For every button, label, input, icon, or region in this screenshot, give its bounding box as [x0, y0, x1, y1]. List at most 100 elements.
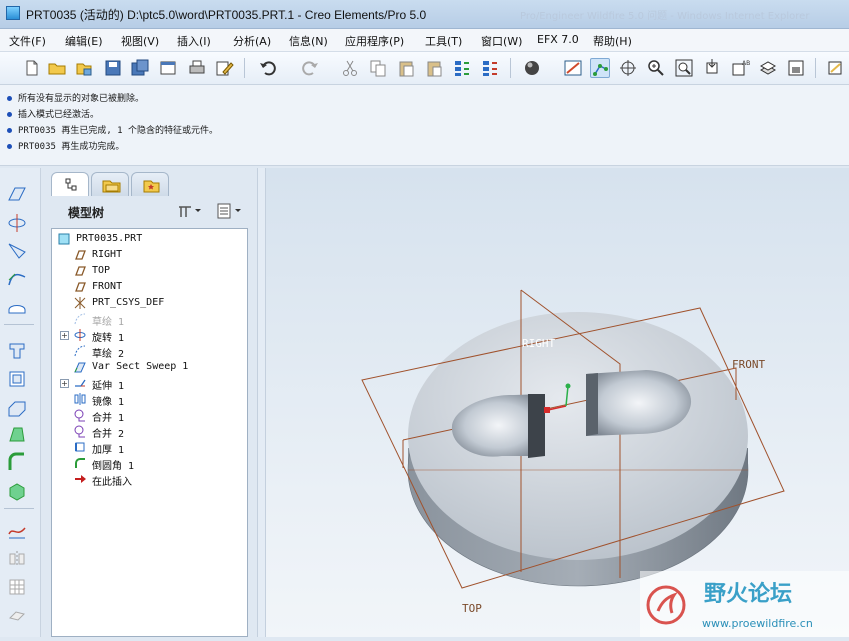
- right-plane-label: RIGHT: [522, 337, 555, 350]
- watermark-url: www.proewildfire.cn: [702, 617, 813, 630]
- mirror-icon: [73, 392, 87, 406]
- axis-display-button[interactable]: [590, 58, 610, 78]
- regenerate-button[interactable]: [452, 58, 472, 78]
- panel-splitter[interactable]: [257, 168, 266, 637]
- datum-axis-tool-icon[interactable]: [6, 212, 28, 234]
- datum-plane-icon: [73, 280, 87, 294]
- open-folder-button[interactable]: [47, 58, 67, 78]
- reorient-button[interactable]: [702, 58, 722, 78]
- paste-button[interactable]: [396, 58, 416, 78]
- app-icon: [6, 6, 20, 20]
- sweep-tool-icon[interactable]: [6, 396, 28, 418]
- spin-center-button[interactable]: [618, 58, 638, 78]
- model-tree-tab[interactable]: [51, 172, 89, 196]
- feature-toolbar: [0, 168, 41, 637]
- zoom-fit-button[interactable]: [674, 58, 694, 78]
- print-button[interactable]: [187, 58, 207, 78]
- paste-special-button[interactable]: [424, 58, 444, 78]
- background-window-title: Pro/Engineer Wildfire 5.0 问题 - Windows I…: [520, 11, 810, 22]
- tree-expand-toggle[interactable]: +: [60, 379, 69, 388]
- merge-icon: [73, 424, 87, 438]
- sketch-curve-tool-icon[interactable]: [6, 268, 28, 290]
- layers-button[interactable]: [758, 58, 778, 78]
- revolve-tool-icon[interactable]: [6, 368, 28, 390]
- menu-bar: 文件(F) 编辑(E) 视图(V) 插入(I) 分析(A) 信息(N) 应用程序…: [0, 29, 849, 52]
- datum-curve-tool-icon[interactable]: [6, 240, 28, 262]
- open-recent-button[interactable]: [74, 58, 94, 78]
- copy-button[interactable]: [368, 58, 388, 78]
- menu-insert[interactable]: 插入(I): [177, 33, 211, 49]
- merge-tool-icon[interactable]: [6, 604, 28, 626]
- datum-plane-tool-icon[interactable]: [6, 184, 28, 206]
- part-icon: [57, 232, 71, 246]
- datum-plane-icon: [73, 248, 87, 262]
- datum-plane-icon: [73, 264, 87, 278]
- menu-efx[interactable]: EFX 7.0: [537, 33, 579, 46]
- forum-logo: 野火论坛 www.proewildfire.cn: [646, 581, 813, 630]
- save-copy-button[interactable]: [130, 58, 150, 78]
- menu-view[interactable]: 视图(V): [121, 33, 159, 49]
- title-bar: PRT0035 (活动的) D:\ptc5.0\word\PRT0035.PRT…: [0, 0, 849, 29]
- menu-analysis[interactable]: 分析(A): [233, 33, 271, 49]
- menu-file[interactable]: 文件(F): [9, 33, 46, 49]
- mirror-tool-icon[interactable]: [6, 548, 28, 570]
- menu-info[interactable]: 信息(N): [289, 33, 328, 49]
- menu-window[interactable]: 窗口(W): [481, 33, 522, 49]
- curve-analysis-tool-icon[interactable]: [6, 520, 28, 542]
- view-manager-button[interactable]: [786, 58, 806, 78]
- new-file-button[interactable]: [22, 58, 42, 78]
- undo-button[interactable]: [258, 58, 278, 78]
- tree-item-label: 倒圆角 1: [92, 461, 135, 472]
- sketch-tool-button[interactable]: [826, 58, 846, 78]
- window-button[interactable]: [158, 58, 178, 78]
- menu-tools[interactable]: 工具(T): [425, 33, 462, 49]
- extrude-tool-icon[interactable]: [6, 340, 28, 362]
- sketch-icon: [73, 312, 87, 326]
- main-toolbar: AB: [0, 52, 849, 85]
- tree-item-label: 合并 2: [92, 429, 125, 440]
- round-tool-icon[interactable]: [6, 452, 28, 474]
- model-tree-icon: [65, 178, 77, 191]
- insert-here-icon: [73, 472, 87, 486]
- tree-item-label: 镜像 1: [92, 397, 125, 408]
- menu-help[interactable]: 帮助(H): [593, 33, 632, 49]
- model-tree: PRT0035.PRT RIGHT TOP FRONT PRT_CSYS_DEF 草绘 …: [51, 228, 248, 637]
- tree-expand-toggle[interactable]: +: [60, 331, 69, 340]
- navigator-panel: 模型树 PRT0035.PRT RIGHT TOP FRONT PRT_CSYS_DE…: [42, 168, 257, 637]
- sketch-tool-icon[interactable]: [6, 296, 28, 318]
- tree-item-label: PRT_CSYS_DEF: [92, 297, 165, 308]
- message-area: 所有没有显示的对象已被删除。 插入模式已经激活。 PRT0035 再生已完成, …: [0, 85, 849, 166]
- menu-applications[interactable]: 应用程序(P): [345, 33, 404, 49]
- tree-item-label: 草绘 1: [92, 317, 125, 328]
- shell-tool-icon[interactable]: [6, 480, 28, 502]
- csys-icon: [73, 296, 87, 310]
- blend-tool-icon[interactable]: [6, 424, 28, 446]
- layer-tree-tab[interactable]: [91, 172, 129, 196]
- datum-display-button[interactable]: [563, 58, 583, 78]
- message-line: PRT0035 再生已完成, 1 个隐含的特征或元件。: [7, 123, 218, 136]
- front-plane-label: FRONT: [732, 358, 765, 371]
- favorites-tab[interactable]: [131, 172, 169, 196]
- svg-text:AB: AB: [742, 60, 750, 67]
- graphics-viewport[interactable]: RIGHT FRONT TOP: [266, 168, 849, 637]
- cut-button[interactable]: [340, 58, 360, 78]
- model-view: RIGHT FRONT TOP: [361, 289, 785, 615]
- saved-views-button[interactable]: AB: [730, 58, 750, 78]
- message-line: 插入模式已经激活。: [7, 107, 99, 120]
- display-style-button[interactable]: [522, 58, 542, 78]
- tree-item-label: 旋转 1: [92, 333, 125, 344]
- message-line: 所有没有显示的对象已被删除。: [7, 91, 144, 104]
- sweep-icon: [73, 360, 87, 374]
- zoom-in-button[interactable]: [646, 58, 666, 78]
- regen-manager-button[interactable]: [480, 58, 500, 78]
- tree-item-label: 延伸 1: [92, 381, 125, 392]
- show-options-button[interactable]: [215, 202, 247, 220]
- panel-title: 模型树: [68, 206, 105, 220]
- redo-button[interactable]: [300, 58, 320, 78]
- pattern-tool-icon[interactable]: [6, 576, 28, 598]
- tree-settings-button[interactable]: [177, 202, 209, 220]
- revolve-icon: [73, 328, 87, 342]
- menu-edit[interactable]: 编辑(E): [65, 33, 103, 49]
- edit-button[interactable]: [214, 58, 234, 78]
- save-button[interactable]: [103, 58, 123, 78]
